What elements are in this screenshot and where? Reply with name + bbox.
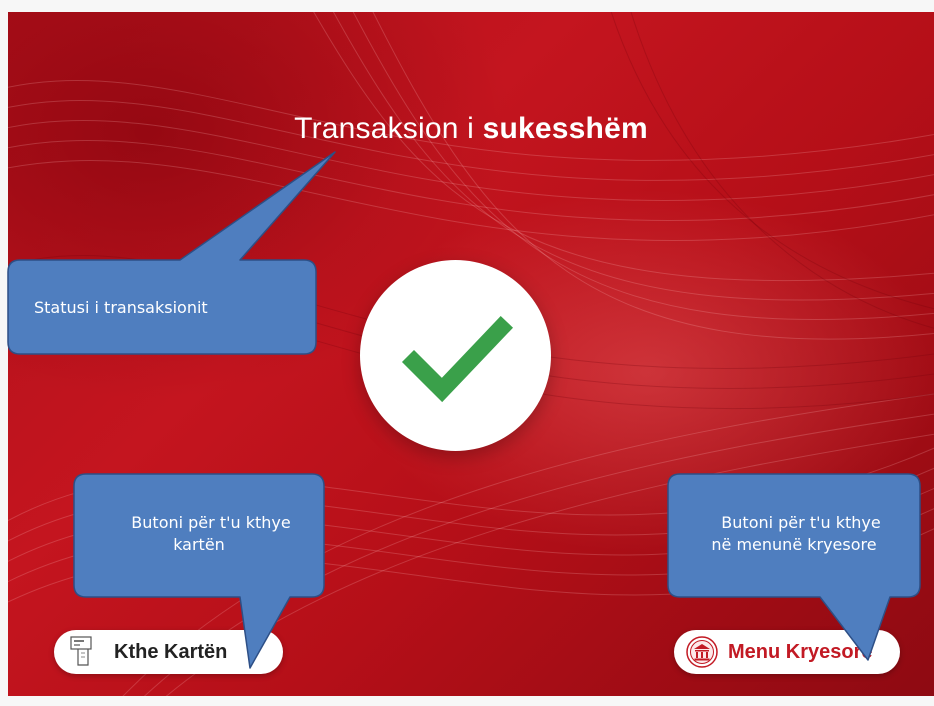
main-menu-callout-shape	[667, 473, 921, 661]
main-menu-callout: Butoni për t'u kthye në menunë kryesore	[668, 512, 920, 556]
app-frame: Transaksion i sukesshëm Kthe Kartën Menu…	[0, 0, 934, 706]
main-menu-callout-line1: Butoni për t'u kthye	[721, 513, 881, 532]
return-card-callout: Butoni për t'u kthye kartën	[74, 512, 324, 556]
annotation-callouts	[7, 151, 921, 669]
status-callout: Statusi i transaksionit	[8, 297, 316, 319]
return-card-callout-line2: kartën	[173, 535, 225, 554]
return-card-callout-shape	[73, 473, 325, 669]
return-card-callout-line1: Butoni për t'u kthye	[131, 513, 291, 532]
main-menu-callout-line2: në menunë kryesore	[711, 535, 877, 554]
status-callout-shape	[7, 151, 336, 355]
status-callout-text: Statusi i transaksionit	[34, 298, 208, 317]
